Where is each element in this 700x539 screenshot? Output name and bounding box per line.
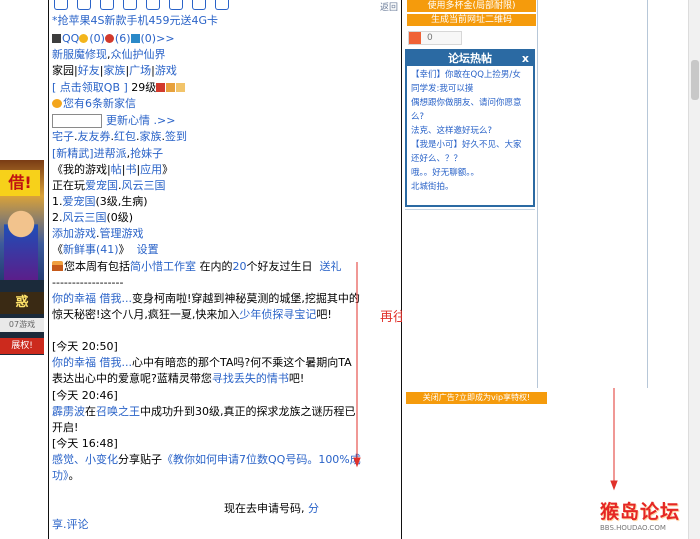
watermark-logo: 猴岛论坛: [600, 501, 681, 523]
close-icon[interactable]: x: [522, 51, 529, 66]
like-widget[interactable]: 0: [408, 31, 462, 45]
divider: [537, 0, 538, 388]
forum-post-link[interactable]: 同学发:我可以摸: [411, 82, 529, 96]
scrollbar[interactable]: [688, 0, 700, 539]
like-count: 0: [427, 33, 433, 43]
forum-list: 【幸们】你敢在QQ上捡男/女 同学发:我可以摸 偶想跟你做朋友、请问你愿意么? …: [407, 66, 533, 194]
forum-post-link[interactable]: 哦。。好无聊额。。: [411, 166, 529, 180]
forum-post-link[interactable]: 法克、这样邀好玩么?: [411, 124, 529, 138]
arrow-3-head: [610, 480, 618, 491]
qr-code-button[interactable]: 生成当前网址二维码: [407, 14, 536, 26]
forum-hot-posts: 论坛热帖 x 【幸们】你敢在QQ上捡男/女 同学发:我可以摸 偶想跟你做朋友、请…: [405, 49, 535, 207]
forum-post-link[interactable]: 【我是小可】好久不见、大家还好么、？？: [411, 138, 529, 166]
right-gutter: [538, 0, 648, 388]
scrollbar-thumb[interactable]: [691, 60, 699, 100]
forum-post-link[interactable]: 北城街拍。: [411, 180, 529, 194]
arrow-1-head: [353, 457, 361, 468]
forum-header: 论坛热帖 x: [407, 51, 533, 66]
watermark-url: BBS.HOUDAO.COM: [600, 524, 666, 532]
divider: [405, 209, 535, 210]
close-ad-banner[interactable]: 关闭广告?立即成为vip享特权!: [406, 392, 547, 404]
forum-post-link[interactable]: 偶想跟你做朋友、请问你愿意么?: [411, 96, 529, 124]
like-icon: [409, 32, 421, 44]
forum-title: 论坛热帖: [448, 52, 492, 65]
forum-post-link[interactable]: 【幸们】你敢在QQ上捡男/女: [411, 68, 529, 82]
watermark: 猴岛论坛 BBS.HOUDAO.COM: [600, 497, 692, 537]
multi-account-button[interactable]: 使用多杯金(局部耐限): [407, 0, 536, 12]
